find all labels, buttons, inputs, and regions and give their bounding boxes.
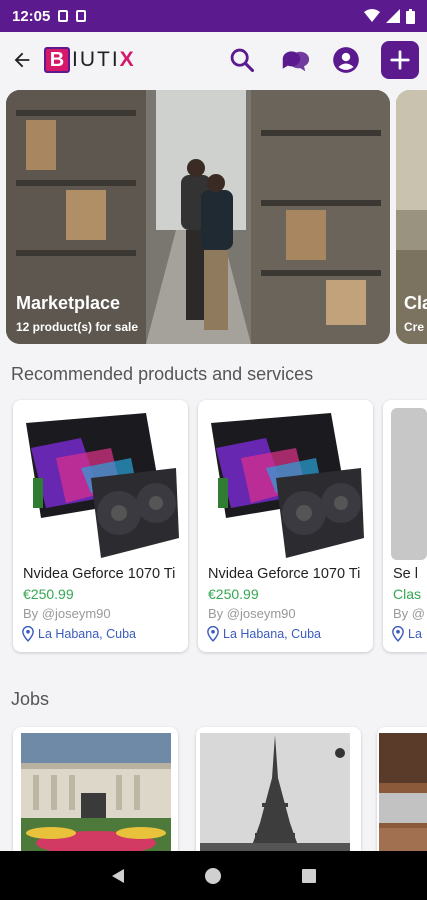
nav-home-icon[interactable] <box>204 867 222 885</box>
product-card[interactable]: Nvidea Geforce 1070 Ti €250.99 By @josey… <box>198 400 373 652</box>
product-card[interactable]: Se l Clas By @ La <box>383 400 427 652</box>
product-seller: By @ <box>393 606 425 621</box>
product-image <box>21 408 180 560</box>
product-location: La <box>391 626 422 642</box>
hero-subtitle: Cre <box>404 320 425 334</box>
chat-button[interactable] <box>277 43 311 77</box>
account-button[interactable] <box>329 43 363 77</box>
hero-subtitle: 12 product(s) for sale <box>16 320 139 334</box>
graphics-card-photo <box>21 408 180 560</box>
product-image <box>391 408 427 560</box>
system-navigation-bar <box>0 851 427 900</box>
plus-icon <box>390 50 410 70</box>
nav-back-icon[interactable] <box>109 867 127 885</box>
wifi-icon <box>364 9 380 22</box>
location-pin-icon <box>22 626 34 642</box>
location-text: La <box>408 627 422 641</box>
hero-title: Cla <box>404 293 427 313</box>
product-price: Clas <box>393 586 422 602</box>
search-icon <box>230 48 255 73</box>
notification-icon <box>58 10 69 22</box>
location-text: La Habana, Cuba <box>38 627 136 641</box>
app-bar: B IUTIX <box>0 32 427 88</box>
product-price: €250.99 <box>208 586 259 602</box>
sim-icon <box>76 10 87 22</box>
product-name: Se l <box>393 566 418 582</box>
product-location: La Habana, Cuba <box>21 626 136 642</box>
add-button[interactable] <box>381 41 419 79</box>
status-time: 12:05 <box>12 7 51 25</box>
battery-icon <box>406 8 415 24</box>
location-text: La Habana, Cuba <box>223 627 321 641</box>
marketplace-card[interactable]: Marketplace 12 product(s) for sale <box>6 90 390 344</box>
jobs-heading: Jobs <box>11 689 50 709</box>
logo-letter-x: X <box>119 48 136 71</box>
product-card[interactable]: Nvidea Geforce 1070 Ti €250.99 By @josey… <box>13 400 188 652</box>
search-button[interactable] <box>225 43 259 77</box>
job-card[interactable] <box>13 727 178 857</box>
chat-bubbles-icon <box>282 51 309 72</box>
product-name: Nvidea Geforce 1070 Ti <box>23 566 176 582</box>
status-bar: 12:05 <box>0 0 427 32</box>
app-logo: B IUTIX <box>44 47 136 73</box>
classifieds-card[interactable]: Cla Cre <box>396 90 427 344</box>
job-photo <box>21 733 171 857</box>
product-image <box>206 408 365 560</box>
recommended-heading: Recommended products and services <box>11 364 314 384</box>
arrow-back-icon <box>14 52 30 68</box>
job-photo <box>200 733 350 857</box>
job-card[interactable] <box>377 727 427 857</box>
job-card[interactable] <box>196 727 361 857</box>
location-pin-icon <box>207 626 219 642</box>
job-photo <box>379 733 427 857</box>
hero-title: Marketplace <box>16 293 121 313</box>
nav-recents-icon[interactable] <box>300 867 318 885</box>
product-location: La Habana, Cuba <box>206 626 321 642</box>
product-seller: By @joseym90 <box>208 606 296 621</box>
product-price: €250.99 <box>23 586 74 602</box>
logo-letter-b: B <box>44 47 70 73</box>
product-seller: By @joseym90 <box>23 606 111 621</box>
account-circle-icon <box>333 47 359 73</box>
location-pin-icon <box>392 626 404 642</box>
graphics-card-photo <box>206 408 365 560</box>
back-button[interactable] <box>8 46 36 74</box>
product-name: Nvidea Geforce 1070 Ti <box>208 566 361 582</box>
signal-icon <box>386 9 400 23</box>
logo-text: IUTI <box>72 48 120 71</box>
